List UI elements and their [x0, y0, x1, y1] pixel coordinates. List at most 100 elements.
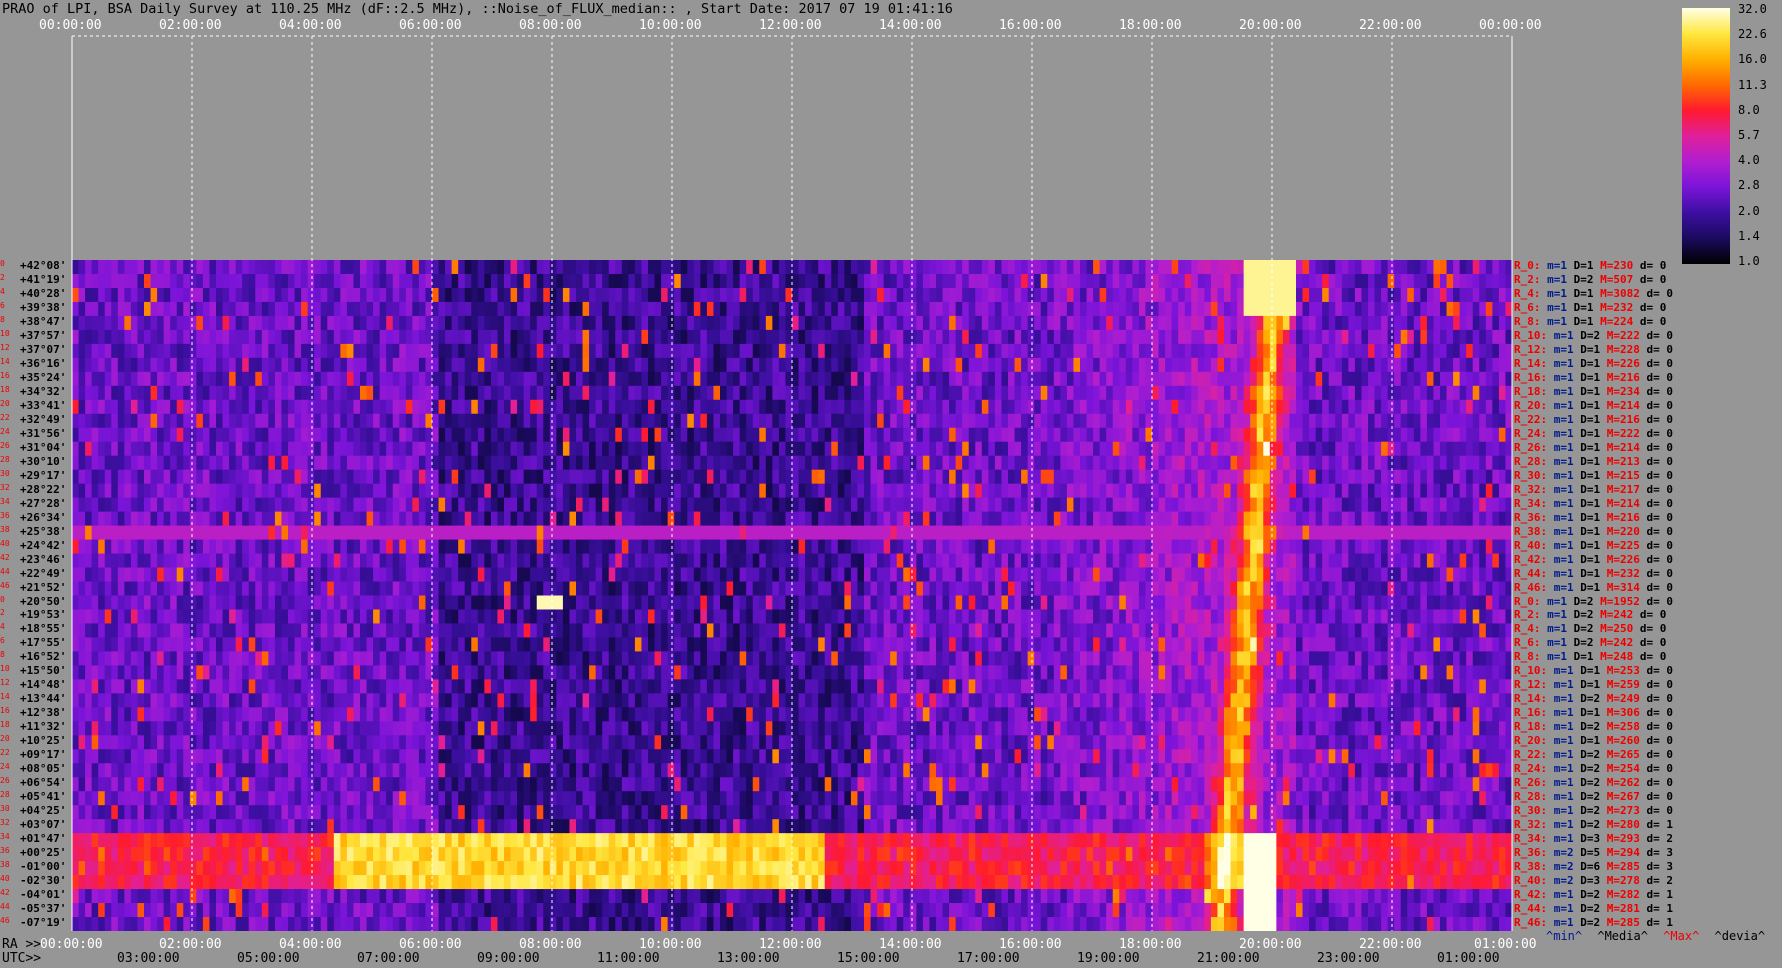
- heatmap-cell: [661, 455, 669, 471]
- heatmap-cell: [1237, 260, 1245, 275]
- heatmap-cell: [1374, 539, 1382, 554]
- heatmap-cell: [523, 413, 531, 429]
- heatmap-cell: [648, 273, 655, 289]
- heatmap-cell: [1381, 497, 1389, 513]
- heatmap-cell: [281, 427, 289, 443]
- heatmap-cell: [1498, 399, 1506, 415]
- heatmap-cell: [759, 539, 767, 554]
- heatmap-cell: [1080, 301, 1087, 317]
- heatmap-cell: [1394, 260, 1402, 275]
- heatmap-cell: [641, 469, 649, 485]
- heatmap-cell: [949, 539, 957, 554]
- heatmap-cell: [1400, 273, 1408, 289]
- heatmap-cell: [1466, 315, 1474, 331]
- heatmap-cell: [445, 343, 453, 359]
- heatmap-cell: [1021, 539, 1029, 554]
- heatmap-cell: [844, 315, 852, 331]
- heatmap-cell: [661, 511, 669, 527]
- heatmap-cell: [1125, 287, 1133, 303]
- heatmap-cell: [1066, 525, 1074, 540]
- heatmap-cell: [582, 357, 590, 373]
- heatmap-cell: [1368, 385, 1375, 401]
- heatmap-cell: [595, 315, 603, 331]
- heatmap-cell: [1498, 385, 1506, 401]
- heatmap-cell: [1368, 539, 1375, 554]
- heatmap-cell: [824, 273, 832, 289]
- heatmap-cell: [543, 455, 551, 471]
- heatmap-cell: [202, 469, 210, 485]
- declination-label: +29°17': [20, 468, 67, 482]
- heatmap-cell: [1099, 260, 1107, 275]
- heatmap-cell: [1341, 371, 1349, 387]
- heatmap-cell: [1230, 455, 1238, 471]
- row-index: 34: [0, 496, 10, 506]
- heatmap-cell: [857, 357, 865, 373]
- heatmap-cell: [975, 497, 983, 513]
- heatmap-cell: [903, 260, 911, 275]
- heatmap-cell: [713, 260, 721, 275]
- heatmap-cell: [229, 260, 237, 275]
- heatmap-cell: [648, 497, 655, 513]
- heatmap-cell: [379, 329, 387, 345]
- heatmap-cell: [1296, 441, 1303, 457]
- heatmap-cell: [929, 511, 937, 527]
- heatmap-cell: [1027, 315, 1035, 331]
- heatmap-cell: [445, 511, 453, 527]
- heatmap-cell: [916, 260, 924, 275]
- heatmap-cell: [346, 399, 354, 415]
- heatmap-cell: [261, 301, 269, 317]
- heatmap-cell: [680, 385, 688, 401]
- heatmap-cell: [1204, 371, 1212, 387]
- heatmap-cell: [1256, 427, 1264, 443]
- heatmap-cell: [1433, 553, 1441, 568]
- heatmap-cell: [1374, 427, 1382, 443]
- heatmap-cell: [831, 385, 839, 401]
- heatmap-cell: [425, 385, 433, 401]
- row-index: 28: [0, 454, 10, 464]
- heatmap-cell: [1224, 469, 1231, 485]
- heatmap-cell: [582, 371, 590, 387]
- heatmap-cell: [360, 371, 367, 387]
- heatmap-cell: [1125, 385, 1133, 401]
- heatmap-cell: [150, 273, 158, 289]
- heatmap-cell: [477, 357, 485, 373]
- heatmap-cell: [1243, 483, 1251, 499]
- heatmap-cell: [1335, 413, 1343, 429]
- heatmap-cell: [549, 455, 557, 471]
- heatmap-cell: [268, 525, 276, 540]
- heatmap-cell: [1099, 385, 1107, 401]
- heatmap-cell: [674, 315, 682, 331]
- heatmap-cell: [903, 385, 911, 401]
- heatmap-cell: [909, 315, 917, 331]
- heatmap-cell: [1027, 511, 1035, 527]
- heatmap-cell: [831, 273, 839, 289]
- heatmap-cell: [916, 483, 924, 499]
- heatmap-cell: [975, 455, 983, 471]
- heatmap-cell: [1027, 455, 1035, 471]
- heatmap-cell: [261, 455, 269, 471]
- heatmap-cell: [1498, 301, 1506, 317]
- heatmap-cell: [1099, 343, 1107, 359]
- heatmap-cell: [1354, 287, 1362, 303]
- heatmap-cell: [445, 539, 453, 554]
- heatmap-cell: [314, 413, 322, 429]
- heatmap-cell: [785, 483, 793, 499]
- heatmap-cell: [1309, 343, 1317, 359]
- declination-row: 20 +33°41': [0, 399, 72, 413]
- heatmap-cell: [896, 413, 904, 429]
- heatmap-cell: [1387, 427, 1395, 443]
- heatmap-cell: [1433, 287, 1441, 303]
- heatmap-cell: [366, 357, 374, 373]
- heatmap-cell: [1276, 483, 1284, 499]
- heatmap-cell: [765, 455, 773, 471]
- heatmap-cell: [1250, 441, 1258, 457]
- heatmap-cell: [124, 273, 132, 289]
- heatmap-cell: [1237, 371, 1245, 387]
- heatmap-cell: [621, 385, 629, 401]
- heatmap-cell: [477, 455, 485, 471]
- heatmap-cell: [942, 455, 950, 471]
- heatmap-cell: [1289, 315, 1297, 331]
- heatmap-cell: [504, 385, 511, 401]
- heatmap-cell: [255, 343, 263, 359]
- heatmap-cell: [1237, 511, 1245, 527]
